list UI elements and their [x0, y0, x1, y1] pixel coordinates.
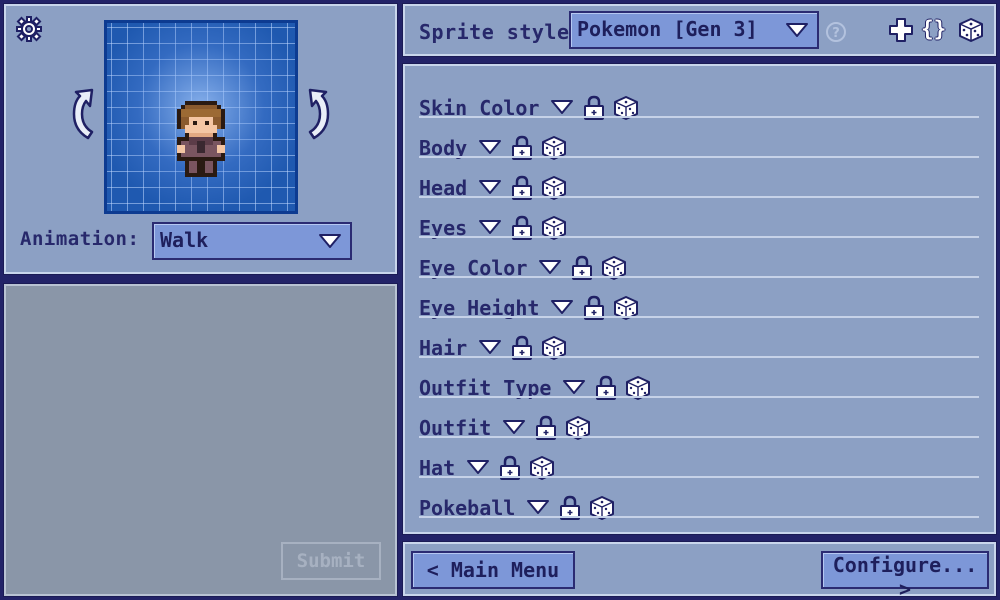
rotate-left-arrow-icon[interactable] — [66, 86, 100, 142]
sprite-style-bar: Sprite style: Pokemon [Gen 3] ? {} — [402, 3, 997, 57]
sprite-style-dropdown[interactable]: Pokemon [Gen 3] — [569, 11, 819, 49]
layer-row: Pokeball — [419, 478, 979, 520]
sprite-preview-panel: Animation: Walk — [3, 3, 398, 275]
code-braces-icon[interactable]: {} — [921, 17, 949, 45]
layer-row: Outfit Type — [419, 358, 979, 400]
sprite-preview-canvas — [104, 20, 298, 214]
layer-row: Skin Color — [419, 78, 979, 120]
layer-options-panel: Skin Color Body Head Eyes Eye Color Eye Heigh… — [402, 63, 997, 535]
help-glyph: ? — [832, 26, 840, 41]
layer-row: Eye Height — [419, 278, 979, 320]
layer-row: Head — [419, 158, 979, 200]
plus-icon[interactable] — [887, 16, 915, 44]
submit-button[interactable]: Submit — [281, 542, 381, 580]
layer-row: Eye Color — [419, 238, 979, 280]
layer-row: Body — [419, 118, 979, 160]
animation-dropdown[interactable]: Walk — [152, 222, 352, 260]
configure-button[interactable]: Configure... > — [821, 551, 989, 600]
chevron-down-icon — [319, 234, 341, 248]
main-menu-button[interactable]: < Main Menu — [411, 551, 575, 589]
layer-row: Hat — [419, 438, 979, 480]
help-icon[interactable]: ? — [825, 21, 847, 43]
sprite-style-label: Sprite style: — [419, 20, 583, 44]
sprite-style-selected-value: Pokemon [Gen 3] — [577, 17, 758, 41]
trainer-sprite — [177, 101, 225, 177]
rotate-right-arrow-icon[interactable] — [302, 86, 336, 142]
dice-icon[interactable] — [957, 16, 985, 44]
animation-label: Animation: — [20, 228, 140, 250]
layer-row: Eyes — [419, 198, 979, 240]
gear-icon[interactable] — [14, 14, 44, 44]
chevron-down-icon — [786, 23, 808, 37]
output-panel: Submit — [3, 283, 398, 597]
layer-row: Outfit — [419, 398, 979, 440]
layer-row: Hair — [419, 318, 979, 360]
animation-selected-value: Walk — [160, 228, 209, 252]
navigation-bar: < Main Menu Configure... > — [402, 541, 997, 600]
row-divider — [419, 516, 979, 518]
